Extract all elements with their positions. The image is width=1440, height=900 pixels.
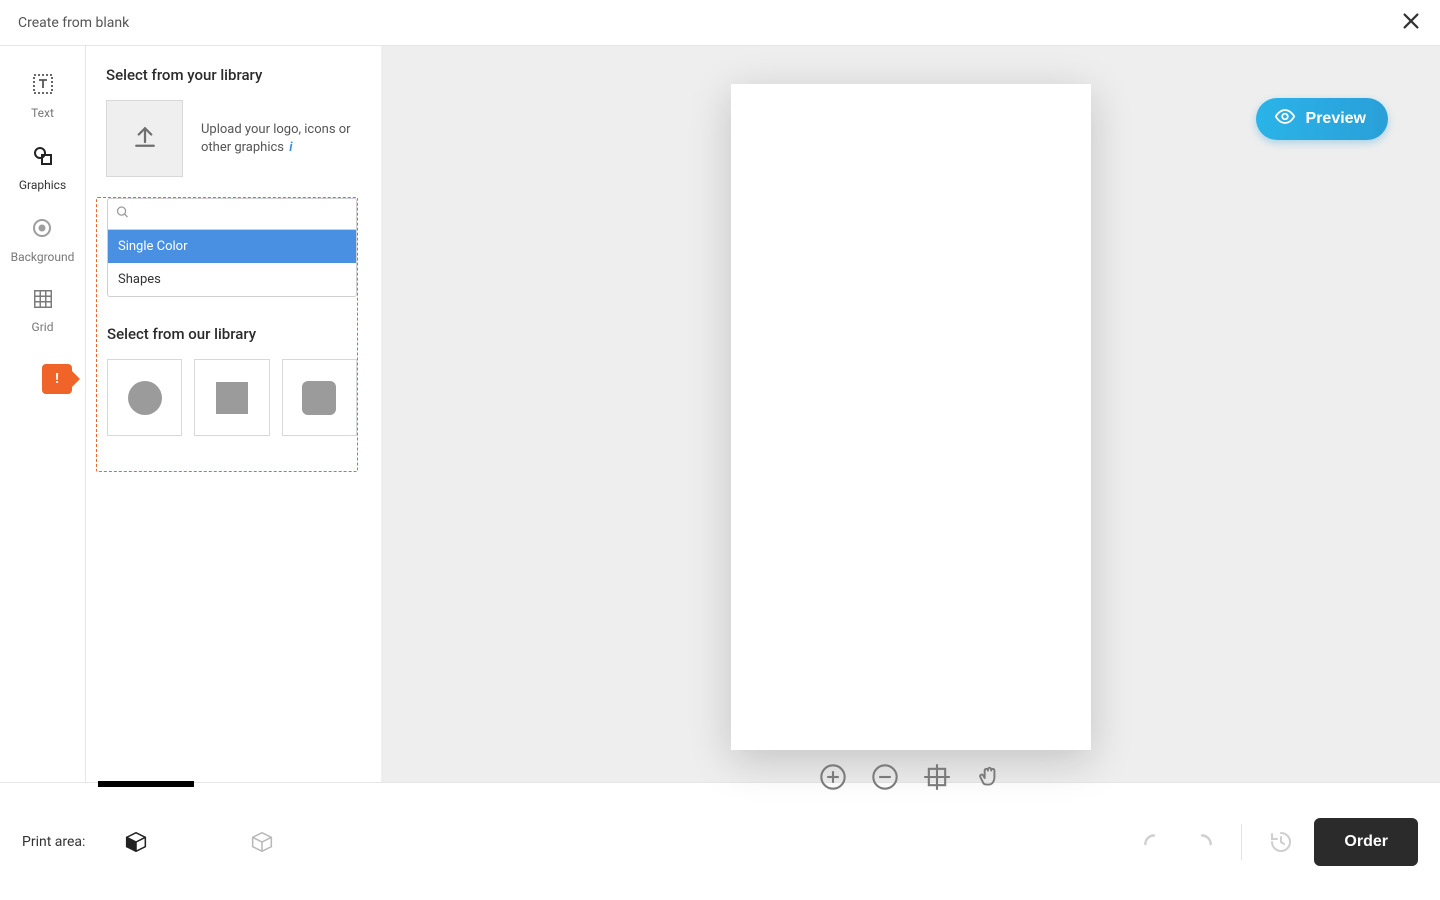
rail-item-graphics[interactable]: Graphics — [19, 144, 66, 192]
app-header: Create from blank — [0, 0, 1440, 46]
shape-tile-circle[interactable] — [107, 359, 182, 436]
design-canvas[interactable] — [731, 84, 1091, 750]
dropdown-option-shapes[interactable]: Shapes — [108, 263, 356, 296]
rail-item-grid[interactable]: Grid — [32, 288, 54, 334]
background-icon — [30, 216, 54, 244]
preview-button-wrap: Preview — [1282, 72, 1414, 114]
your-library-heading: Select from your library — [106, 66, 369, 84]
upload-icon — [130, 122, 160, 156]
canvas-toolbar — [818, 762, 1004, 792]
rail-label-grid: Grid — [32, 320, 54, 334]
center-button[interactable] — [922, 762, 952, 792]
undo-button[interactable] — [1139, 827, 1169, 857]
info-icon[interactable]: i — [289, 140, 292, 155]
print-area-front-button[interactable] — [121, 827, 151, 857]
close-icon[interactable] — [1400, 10, 1422, 36]
rail-label-graphics: Graphics — [19, 178, 66, 192]
order-button[interactable]: Order — [1314, 818, 1418, 866]
footer-bar: Print area: Order — [0, 782, 1440, 900]
shape-tiles — [107, 359, 357, 436]
search-wrap — [107, 198, 357, 230]
upload-row: Upload your logo, icons or other graphic… — [106, 100, 369, 177]
upload-description: Upload your logo, icons or other graphic… — [201, 121, 351, 156]
footer-right: Order — [1139, 818, 1418, 866]
pan-button[interactable] — [974, 762, 1004, 792]
our-library-heading: Select from our library — [107, 325, 357, 343]
rail-label-text: Text — [31, 106, 54, 120]
order-label: Order — [1344, 833, 1388, 850]
grid-icon — [32, 288, 54, 314]
print-area-back-button[interactable] — [247, 827, 277, 857]
canvas-area: Preview — [381, 46, 1440, 782]
library-panel: Select from your library Upload your log… — [86, 46, 381, 782]
rounded-square-icon — [302, 381, 336, 415]
shape-tile-square[interactable] — [194, 359, 269, 436]
attention-badge-text: ! — [55, 371, 59, 387]
zoom-in-button[interactable] — [818, 762, 848, 792]
upload-text-content: Upload your logo, icons or other graphic… — [201, 122, 351, 155]
shape-tile-rounded-square[interactable] — [282, 359, 357, 436]
category-selector-group: Single Color Shapes Select from our libr… — [96, 197, 358, 472]
preview-button[interactable]: Preview — [1256, 98, 1388, 140]
text-icon — [31, 72, 55, 100]
attention-badge[interactable]: ! — [42, 364, 72, 394]
footer-separator — [1241, 824, 1242, 860]
history-button[interactable] — [1266, 827, 1296, 857]
tool-rail: Text Graphics Background Grid ! — [0, 46, 86, 782]
print-area-label: Print area: — [22, 834, 85, 850]
zoom-out-button[interactable] — [870, 762, 900, 792]
dropdown-option-single-color[interactable]: Single Color — [108, 230, 356, 263]
eye-icon — [1274, 106, 1296, 133]
shapes-icon — [31, 144, 55, 172]
circle-icon — [128, 381, 162, 415]
upload-button[interactable] — [106, 100, 183, 177]
preview-label: Preview — [1306, 110, 1366, 127]
rail-item-text[interactable]: Text — [31, 72, 55, 120]
page-title: Create from blank — [18, 15, 129, 31]
redo-button[interactable] — [1187, 827, 1217, 857]
search-input[interactable] — [107, 198, 357, 230]
rail-item-background[interactable]: Background — [11, 216, 75, 264]
print-area-active-indicator — [98, 781, 194, 787]
category-dropdown: Single Color Shapes — [107, 230, 357, 297]
square-icon — [216, 382, 248, 414]
main-area: Text Graphics Background Grid ! Select f… — [0, 46, 1440, 782]
search-icon — [115, 205, 130, 224]
rail-label-background: Background — [11, 250, 75, 264]
